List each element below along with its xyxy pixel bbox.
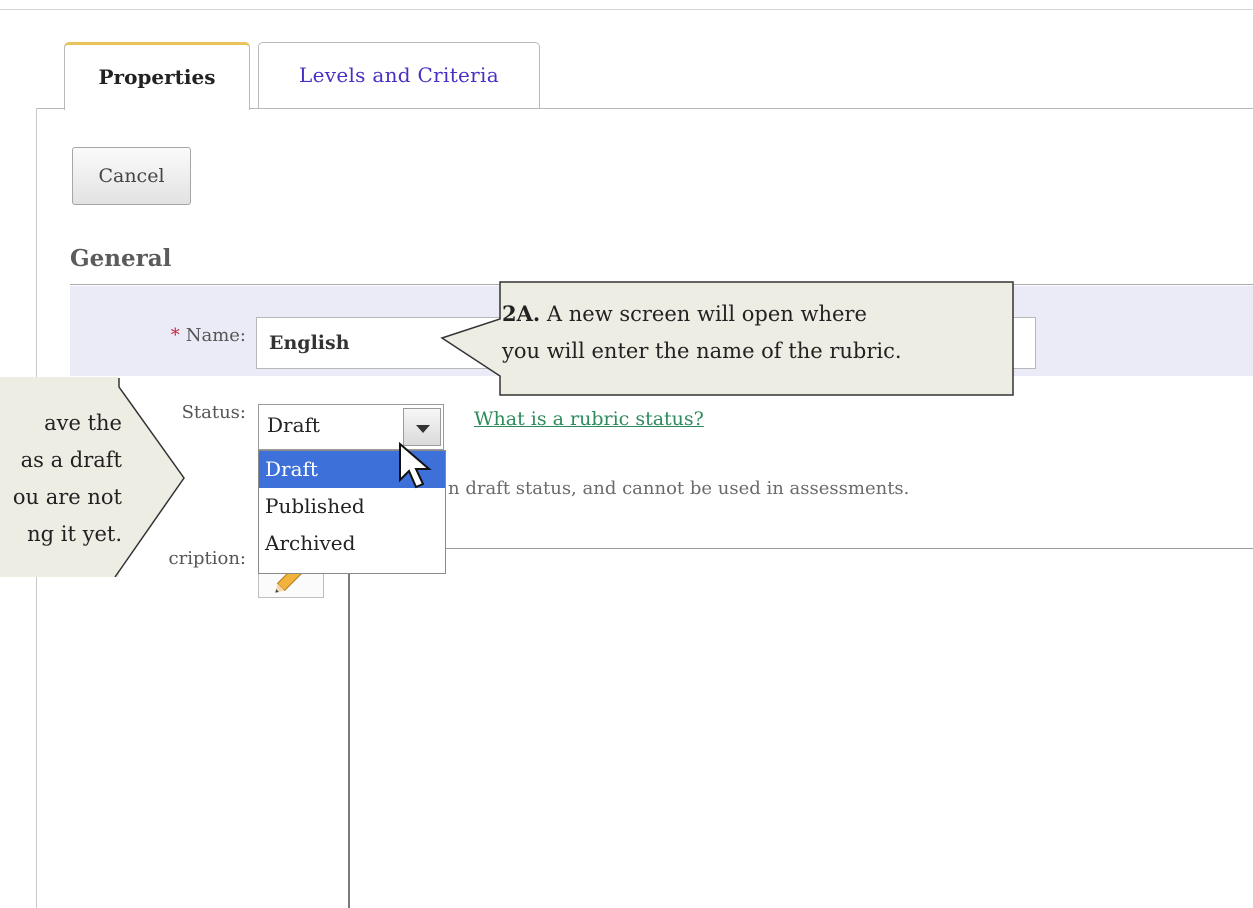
chevron-down-icon: [416, 425, 430, 433]
editor-left-border: [348, 548, 350, 908]
callout-text: 2A. A new screen will open where you wil…: [502, 295, 902, 370]
callout-name-instruction: 2A. A new screen will open where you wil…: [440, 281, 1014, 396]
status-note: n draft status, and cannot be used in as…: [448, 478, 910, 499]
callout-left-line-4: ng it yet.: [27, 522, 122, 546]
callout-left-line-2: as a draft: [20, 448, 122, 472]
required-marker: *: [170, 325, 180, 346]
mouse-cursor-icon: [399, 442, 432, 489]
callout-left-line-1: ave the: [44, 411, 122, 435]
callout-line-1: 2A. A new screen will open where: [502, 295, 902, 333]
rubric-status-help-link[interactable]: What is a rubric status?: [474, 408, 704, 430]
callout-step-number: 2A.: [502, 301, 541, 326]
status-option-archived[interactable]: Archived: [259, 525, 445, 562]
callout-left-text: ave the as a draft ou are not ng it yet.: [0, 405, 122, 553]
status-option-published[interactable]: Published: [259, 488, 445, 525]
name-label-text: Name:: [185, 325, 246, 346]
section-title-general: General: [70, 245, 172, 272]
status-select-value: Draft: [267, 413, 320, 437]
name-label: * Name:: [120, 325, 246, 346]
status-dropdown-button[interactable]: [403, 408, 441, 446]
tab-properties[interactable]: Properties: [64, 42, 250, 110]
editor-top-border: [446, 548, 1253, 549]
callout-left-line-3: ou are not: [12, 485, 122, 509]
callout-line-2: you will enter the name of the rubric.: [502, 339, 902, 363]
tab-levels-and-criteria[interactable]: Levels and Criteria: [258, 42, 540, 108]
top-divider: [0, 9, 1253, 10]
callout-line-1-text: A new screen will open where: [540, 302, 867, 326]
cancel-button[interactable]: Cancel: [72, 147, 191, 205]
